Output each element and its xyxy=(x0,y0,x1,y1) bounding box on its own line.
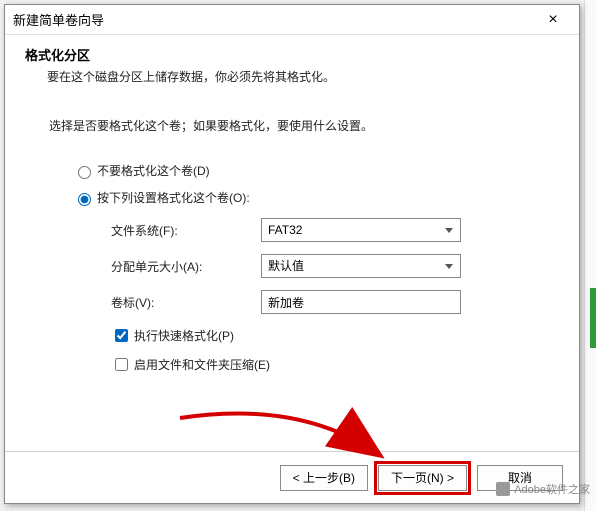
filesystem-select[interactable]: FAT32 xyxy=(261,218,461,242)
volume-label-label: 卷标(V): xyxy=(111,294,261,311)
title-bar: 新建简单卷向导 × xyxy=(5,5,579,35)
radio-format-label: 按下列设置格式化这个卷(O): xyxy=(97,189,250,206)
back-button[interactable]: < 上一步(B) xyxy=(280,465,368,491)
page-heading: 格式化分区 xyxy=(25,45,559,64)
wizard-dialog: 新建简单卷向导 × 格式化分区 要在这个磁盘分区上储存数据，你必须先将其格式化。… xyxy=(4,4,580,504)
allocation-select[interactable]: 默认值 xyxy=(261,254,461,278)
compression-row[interactable]: 启用文件和文件夹压缩(E) xyxy=(111,355,535,374)
volume-label-row: 卷标(V): xyxy=(111,290,535,314)
allocation-row: 分配单元大小(A): 默认值 xyxy=(111,254,535,278)
quick-format-checkbox[interactable] xyxy=(115,329,128,342)
background-accent xyxy=(590,288,596,348)
intro-text: 选择是否要格式化这个卷；如果要格式化，要使用什么设置。 xyxy=(49,117,535,134)
page-subheading: 要在这个磁盘分区上储存数据，你必须先将其格式化。 xyxy=(25,68,559,85)
window-title: 新建简单卷向导 xyxy=(13,10,535,29)
next-button[interactable]: 下一页(N) > xyxy=(378,465,467,491)
volume-label-input[interactable] xyxy=(261,290,461,314)
wizard-body: 选择是否要格式化这个卷；如果要格式化，要使用什么设置。 不要格式化这个卷(D) … xyxy=(5,91,579,390)
radio-format[interactable]: 按下列设置格式化这个卷(O): xyxy=(73,189,535,206)
quick-format-label: 执行快速格式化(P) xyxy=(134,327,234,344)
cancel-button[interactable]: 取消 xyxy=(477,465,563,491)
filesystem-row: 文件系统(F): FAT32 xyxy=(111,218,535,242)
radio-no-format-label: 不要格式化这个卷(D) xyxy=(97,162,210,179)
radio-no-format-input[interactable] xyxy=(78,166,91,179)
compression-checkbox[interactable] xyxy=(115,358,128,371)
format-options: 文件系统(F): FAT32 分配单元大小(A): 默认值 卷标(V): xyxy=(111,218,535,374)
allocation-label: 分配单元大小(A): xyxy=(111,258,261,275)
radio-no-format[interactable]: 不要格式化这个卷(D) xyxy=(73,162,535,179)
close-icon[interactable]: × xyxy=(535,11,571,29)
radio-format-input[interactable] xyxy=(78,193,91,206)
wizard-header: 格式化分区 要在这个磁盘分区上储存数据，你必须先将其格式化。 xyxy=(5,35,579,91)
wizard-footer: < 上一步(B) 下一页(N) > 取消 xyxy=(5,451,579,503)
quick-format-row[interactable]: 执行快速格式化(P) xyxy=(111,326,535,345)
background-panel xyxy=(584,0,596,511)
filesystem-label: 文件系统(F): xyxy=(111,222,261,239)
compression-label: 启用文件和文件夹压缩(E) xyxy=(134,356,270,373)
